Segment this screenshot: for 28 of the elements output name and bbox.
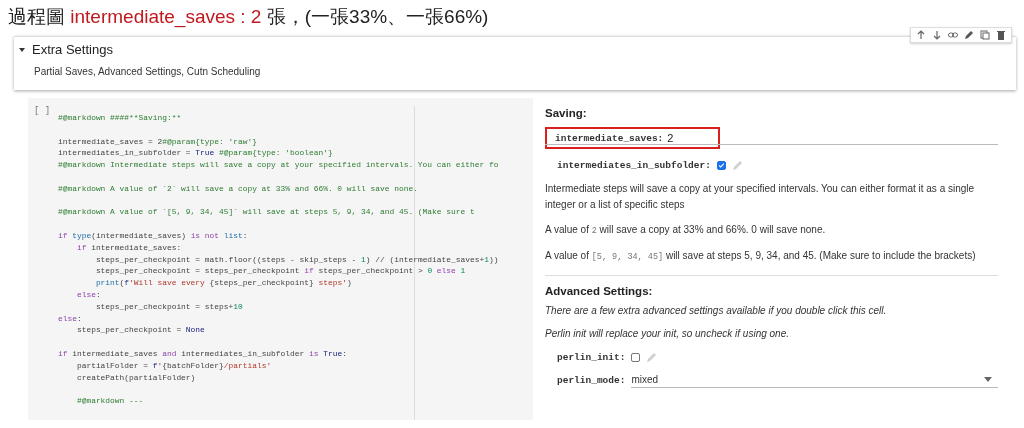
checkbox[interactable] xyxy=(631,352,641,362)
field-label: intermediates_in_subfolder: xyxy=(556,159,711,171)
move-up-icon[interactable] xyxy=(916,30,926,40)
field-label: perlin_mode: xyxy=(556,375,626,386)
form-heading: Saving: xyxy=(545,107,588,119)
run-cell-button[interactable]: [ ] xyxy=(34,106,58,118)
link-icon[interactable] xyxy=(948,30,958,40)
description-text: Intermediate steps will save a copy at your specified intervals. You can either format it as a single integer or a list of specific steps xyxy=(545,182,976,212)
pencil-icon[interactable] xyxy=(964,30,974,40)
section-subtitle: Partial Saves, Advanced Settings, Cutn Scheduling xyxy=(34,66,262,77)
form-heading: Advanced Settings: xyxy=(545,285,654,297)
description-text: There are a few extra advanced settings available if you double click this cell. xyxy=(545,305,888,317)
caret-icon[interactable] xyxy=(18,45,26,54)
checkbox[interactable] xyxy=(716,160,726,170)
field-label: intermediate_saves: xyxy=(555,132,664,144)
code-editor[interactable] xyxy=(28,98,533,420)
trash-icon[interactable] xyxy=(996,30,1006,40)
description-text: Perlin init will replace your init, so uncheck if using one. xyxy=(545,328,790,340)
caption-text: 過程圖 intermediate_saves : 2 張，(一張33%、一張66%) xyxy=(7,5,490,30)
description-text: A value of [5, 9, 34, 45] will save at steps 5, 9, 34, and 45. (Make sure to include the brackets) xyxy=(545,249,977,264)
copy-icon[interactable] xyxy=(980,30,990,40)
field-label: perlin_init: xyxy=(556,351,626,363)
dropdown[interactable]: mixed xyxy=(631,373,998,388)
input-field[interactable]: 2 xyxy=(667,132,676,144)
caret-icon xyxy=(984,377,992,382)
section-title: Extra Settings xyxy=(32,42,113,57)
description-text: A value of 2 will save a copy at 33% and 66%. 0 will save none. xyxy=(545,223,827,238)
move-down-icon[interactable] xyxy=(932,30,942,40)
